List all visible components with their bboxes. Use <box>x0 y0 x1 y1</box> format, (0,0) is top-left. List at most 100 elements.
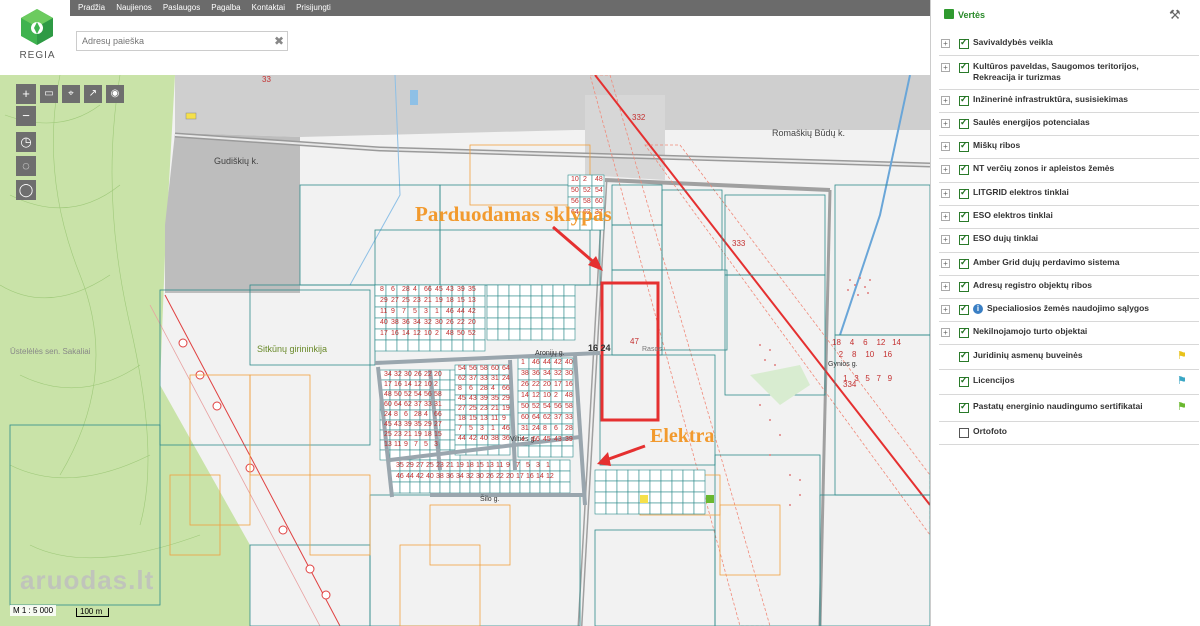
lot-number: 54 <box>595 187 603 194</box>
layer-checkbox[interactable] <box>959 233 969 245</box>
expand-icon[interactable]: + <box>941 211 950 221</box>
layer-checkbox[interactable] <box>959 303 969 315</box>
lot-number: 35 <box>491 395 499 402</box>
layer-checkbox[interactable] <box>959 117 969 129</box>
lot-number: 7 <box>876 374 881 383</box>
lot-parcel <box>459 481 471 494</box>
layer-row[interactable]: Ortofoto <box>939 421 1199 445</box>
layer-checkbox[interactable] <box>959 163 969 175</box>
layer-checkbox[interactable] <box>959 61 969 73</box>
layer-row[interactable]: + Saulės energijos potencialas <box>939 112 1199 136</box>
lasso-icon[interactable]: ◯ <box>16 180 36 200</box>
lot-parcel <box>549 481 561 494</box>
lot-number: 39 <box>565 436 573 443</box>
layer-checkbox[interactable] <box>959 350 969 362</box>
layer-checkbox[interactable] <box>959 94 969 106</box>
nav-login[interactable]: Prisijungti <box>296 0 331 16</box>
layer-checkbox[interactable] <box>959 401 969 413</box>
expand-icon[interactable]: + <box>941 165 950 174</box>
layer-row[interactable]: + Miškų ribos <box>939 135 1199 159</box>
map-canvas[interactable]: Gudiškių k. Romaškių Būdų k. Sitkūnų gir… <box>0 75 930 626</box>
nav-help[interactable]: Pagalba <box>211 0 240 16</box>
lot-parcel <box>528 445 541 458</box>
clear-search-icon[interactable]: ✖ <box>274 33 284 49</box>
layer-row[interactable]: + Nekilnojamojo turto objektai <box>939 321 1199 345</box>
lot-number: 32 <box>394 371 402 378</box>
lot-parcel <box>497 295 510 308</box>
lot-parcel <box>440 339 453 352</box>
lot-number: 62 <box>404 401 412 408</box>
nav-contacts[interactable]: Kontaktai <box>252 0 285 16</box>
expand-icon[interactable]: + <box>941 235 950 244</box>
layer-row[interactable]: + Kultūros paveldas, Saugomos teritorijos… <box>939 55 1199 90</box>
lot-number: 43 <box>446 286 454 293</box>
expand-icon[interactable]: + <box>941 38 950 48</box>
lot-number: 30 <box>435 319 443 326</box>
address-search-input[interactable] <box>77 32 272 50</box>
road-333-label: 333 <box>732 239 746 248</box>
expand-icon[interactable]: + <box>941 258 950 268</box>
lot-number: 15 <box>469 415 477 422</box>
expand-icon[interactable]: + <box>941 327 950 337</box>
place-label-romaskiu: Romaškių Būdų k. <box>772 128 846 138</box>
lot-number: 17 <box>384 381 392 388</box>
select-area-icon[interactable]: ◌ <box>16 156 36 176</box>
nav-news[interactable]: Naujienos <box>116 0 152 16</box>
layer-row[interactable]: + Inžinerinė infrastruktūra, susisiekimas <box>939 89 1199 113</box>
expand-icon[interactable]: + <box>941 141 950 151</box>
history-icon[interactable]: ◷ <box>16 132 36 152</box>
info-icon[interactable]: i <box>973 303 983 314</box>
layer-row[interactable]: Juridinių asmenų buveinės ⚑ <box>939 344 1199 370</box>
expand-icon[interactable]: + <box>941 188 950 198</box>
flag-icon: ⚑ <box>1177 374 1187 387</box>
lot-number: 8 <box>380 286 384 293</box>
lot-number: 32 <box>554 370 562 377</box>
expand-icon[interactable]: + <box>941 118 950 128</box>
layer-row[interactable]: Licencijos ⚑ <box>939 369 1199 395</box>
layer-checkbox[interactable] <box>959 375 969 387</box>
nav-home[interactable]: Pradžia <box>78 0 105 16</box>
layer-checkbox[interactable] <box>959 187 969 199</box>
layer-row[interactable]: + Amber Grid dujų perdavimo sistema <box>939 252 1199 276</box>
layer-row[interactable]: + NT verčių zonos ir apleistos žemės <box>939 158 1199 183</box>
road-332-label: 332 <box>632 113 646 122</box>
layer-row[interactable]: + i Specialiosios žemės naudojimo sąlygos <box>939 298 1199 322</box>
layer-label: Inžinerinė infrastruktūra, susisiekimas <box>973 93 1128 104</box>
nav-services[interactable]: Paslaugos <box>163 0 200 16</box>
expand-icon[interactable]: + <box>941 63 950 72</box>
lot-number: 50 <box>394 391 402 398</box>
tools-icon[interactable]: ⚒ <box>1169 7 1181 23</box>
layer-checkbox[interactable] <box>959 210 969 222</box>
lot-number: 66 <box>502 385 510 392</box>
measure-icon[interactable]: ▭ <box>40 85 58 103</box>
layer-row[interactable]: Pastatų energinio naudingumo sertifikata… <box>939 394 1199 422</box>
zoom-in-button[interactable]: + <box>16 84 36 104</box>
lot-parcel <box>508 328 521 341</box>
expand-icon[interactable]: + <box>941 95 950 105</box>
lot-number: 1 <box>435 308 439 315</box>
layer-row[interactable]: + ESO elektros tinklai <box>939 205 1199 229</box>
layer-row[interactable]: + ESO dujų tinklai <box>939 228 1199 253</box>
layer-checkbox[interactable] <box>959 280 969 292</box>
layer-row[interactable]: + Savivaldybės veikla <box>939 32 1199 56</box>
export-icon[interactable]: ↗ <box>84 85 102 103</box>
layer-checkbox[interactable] <box>959 257 969 269</box>
layer-row[interactable]: + Adresų registro objektų ribos <box>939 275 1199 299</box>
address-search: ✖ <box>76 31 288 51</box>
layer-checkbox[interactable] <box>959 140 969 152</box>
scale-indicator: M 1 : 5 000 <box>10 605 57 616</box>
lot-parcel <box>486 295 499 308</box>
layer-checkbox[interactable] <box>959 427 969 438</box>
lot-number: 33 <box>480 375 488 382</box>
layer-checkbox[interactable] <box>959 326 969 338</box>
zoom-out-button[interactable]: − <box>16 106 36 126</box>
lot-number: 10 <box>424 330 432 337</box>
locate-icon[interactable]: ◉ <box>106 85 124 103</box>
expand-icon[interactable]: + <box>941 281 950 291</box>
lot-number: 54 <box>414 391 422 398</box>
pin-icon[interactable]: ⌖ <box>62 85 80 103</box>
expand-icon[interactable]: + <box>941 304 950 314</box>
layer-row[interactable]: + LITGRID elektros tinklai <box>939 182 1199 206</box>
lot-parcel <box>563 317 576 330</box>
layer-checkbox[interactable] <box>959 37 969 49</box>
